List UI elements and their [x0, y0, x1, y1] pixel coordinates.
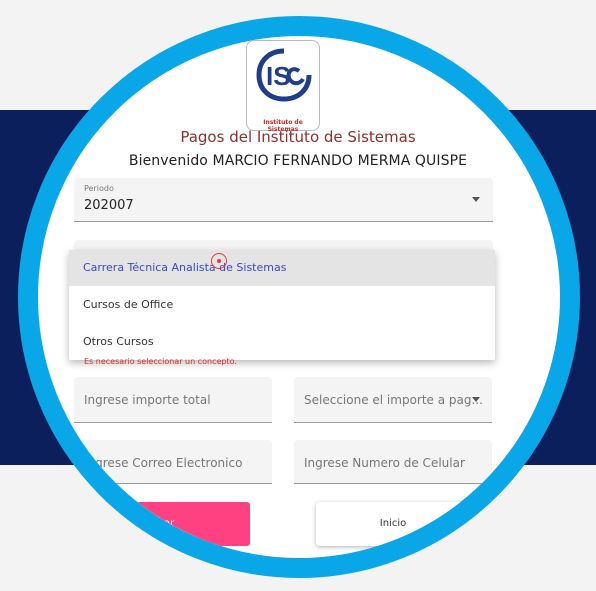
circular-frame: IS Instituto de Sistemas Pagos del Insti…: [18, 16, 580, 578]
periodo-label: Periodo: [84, 184, 114, 193]
home-button[interactable]: Inicio: [316, 502, 470, 546]
concepto-error-text: Es necesario seleccionar un concepto.: [84, 357, 237, 366]
institute-logo: IS Instituto de Sistemas: [246, 40, 320, 133]
celular-input[interactable]: Ingrese Numero de Celular: [294, 440, 492, 484]
correo-placeholder: Ingrese Correo Electronico: [84, 456, 243, 470]
correo-input[interactable]: Ingrese Correo Electronico: [74, 440, 272, 484]
option-cursos-office[interactable]: Cursos de Office: [69, 287, 495, 323]
concepto-dropdown-menu: Carrera Técnica Analista de Sistemas Cur…: [69, 250, 495, 360]
isc-logo-icon: IS: [256, 48, 312, 102]
periodo-value: 202007: [84, 198, 134, 213]
option-otros-cursos[interactable]: Otros Cursos: [69, 324, 495, 360]
periodo-select[interactable]: Periodo 202007: [74, 178, 493, 222]
cursor-indicator-icon: [211, 253, 227, 269]
importe-pagar-placeholder: Seleccione el importe a pag...: [304, 393, 483, 407]
chevron-down-icon[interactable]: [472, 397, 480, 402]
pay-button[interactable]: Pagar: [70, 502, 250, 546]
importe-total-placeholder: Ingrese importe total: [84, 393, 211, 407]
chevron-down-icon[interactable]: [472, 197, 480, 202]
welcome-message: Bienvenido MARCIO FERNANDO MERMA QUISPE: [128, 153, 468, 169]
option-carrera-tecnica[interactable]: Carrera Técnica Analista de Sistemas: [69, 250, 495, 286]
importe-pagar-select[interactable]: Seleccione el importe a pag...: [294, 377, 492, 423]
page-title: Pagos del Instituto de Sistemas: [180, 128, 416, 146]
form-card: IS Instituto de Sistemas Pagos del Insti…: [38, 36, 560, 558]
celular-placeholder: Ingrese Numero de Celular: [304, 456, 465, 470]
importe-total-input[interactable]: Ingrese importe total: [74, 377, 272, 423]
